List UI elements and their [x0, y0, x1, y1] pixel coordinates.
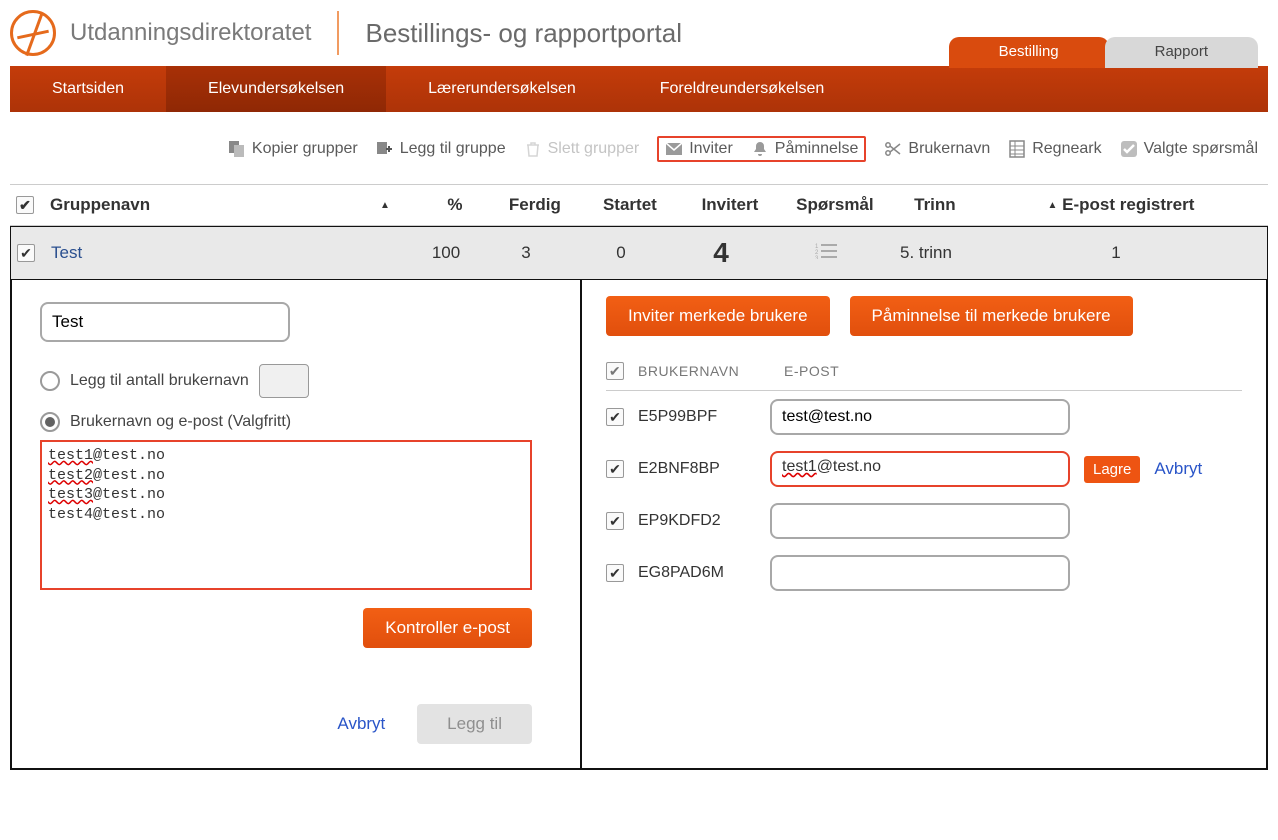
copy-icon: [228, 140, 246, 158]
toolbar-inviter[interactable]: Inviter: [665, 140, 733, 158]
scissors-icon: [884, 140, 902, 158]
col-gruppenavn[interactable]: Gruppenavn: [50, 195, 150, 214]
user-checkbox[interactable]: ✔: [606, 408, 624, 426]
col-epost[interactable]: E-post registrert: [1062, 195, 1194, 214]
toolbar-valgte-sporsmal[interactable]: Valgte spørsmål: [1120, 140, 1258, 158]
site-name: Utdanningsdirektoratet: [70, 19, 311, 47]
sort-caret-icon: ▲: [1048, 200, 1058, 211]
row-invitert: 4: [671, 237, 771, 269]
nav-foreldreundersokelsen[interactable]: Foreldreundersøkelsen: [618, 66, 867, 112]
user-checkbox[interactable]: ✔: [606, 564, 624, 582]
toolbar-paminnelse[interactable]: Påminnelse: [751, 140, 859, 158]
invite-selected-button[interactable]: Inviter merkede brukere: [606, 296, 830, 336]
col-trinn[interactable]: Trinn: [890, 195, 980, 215]
spreadsheet-icon: [1008, 140, 1026, 158]
bell-icon: [751, 140, 769, 158]
nav-laererundersokelsen[interactable]: Lærerundersøkelsen: [386, 66, 618, 112]
row-percent: 100: [411, 243, 481, 263]
radio-email-list-label: Brukernavn og e-post (Valgfritt): [70, 413, 291, 431]
col-invitert[interactable]: Invitert: [680, 195, 780, 215]
logo-icon: [10, 10, 56, 56]
user-row: ✔ EP9KDFD2: [606, 495, 1242, 547]
radio-email-list[interactable]: [40, 412, 60, 432]
tab-rapport[interactable]: Rapport: [1105, 37, 1258, 68]
cancel-link[interactable]: Avbryt: [337, 714, 385, 733]
kontroller-epost-button[interactable]: Kontroller e-post: [363, 608, 532, 648]
toolbar-regneark[interactable]: Regneark: [1008, 140, 1101, 158]
group-row[interactable]: ✔ Test 100 3 0 4 123 5. trinn 1: [10, 226, 1268, 280]
col-percent[interactable]: %: [420, 195, 490, 215]
tab-bestilling[interactable]: Bestilling: [949, 37, 1109, 68]
toolbar-brukernavn[interactable]: Brukernavn: [884, 140, 990, 158]
header-separator: [337, 11, 339, 55]
col-brukernavn: BRUKERNAVN: [638, 363, 770, 379]
user-email-input[interactable]: [770, 399, 1070, 435]
radio-add-count-label: Legg til antall brukernavn: [70, 372, 249, 390]
add-group-icon: [376, 140, 394, 158]
row-trinn: 5. trinn: [881, 243, 971, 263]
row-ferdig: 3: [481, 243, 571, 263]
toolbar-highlight: Inviter Påminnelse: [657, 136, 866, 162]
user-name: E2BNF8BP: [638, 460, 756, 478]
user-count-input[interactable]: [259, 364, 309, 398]
col-ferdig[interactable]: Ferdig: [490, 195, 580, 215]
svg-text:3: 3: [815, 256, 819, 259]
row-group-name[interactable]: Test: [51, 243, 411, 263]
user-row: ✔ E2BNF8BP test1@test.no Lagre Avbryt: [606, 443, 1242, 495]
email-list-textarea[interactable]: test1@test.no test2@test.no test3@test.n…: [40, 440, 532, 590]
toolbar-kopier-grupper[interactable]: Kopier grupper: [228, 140, 358, 158]
radio-add-count[interactable]: [40, 371, 60, 391]
avbryt-link[interactable]: Avbryt: [1154, 459, 1202, 479]
remind-selected-button[interactable]: Påminnelse til merkede brukere: [850, 296, 1133, 336]
envelope-icon: [665, 140, 683, 158]
user-row: ✔ E5P99BPF: [606, 391, 1242, 443]
sort-caret-icon: ▲: [380, 200, 390, 211]
user-row: ✔ EG8PAD6M: [606, 547, 1242, 599]
legg-til-button[interactable]: Legg til: [417, 704, 532, 744]
user-name: E5P99BPF: [638, 408, 756, 426]
main-nav: Startsiden Elevundersøkelsen Lærerunders…: [10, 66, 1268, 112]
nav-startsiden[interactable]: Startsiden: [10, 66, 166, 112]
row-startet: 0: [571, 243, 671, 263]
row-questions-icon[interactable]: 123: [771, 242, 881, 265]
user-name: EG8PAD6M: [638, 564, 756, 582]
col-startet[interactable]: Startet: [580, 195, 680, 215]
nav-elevundersokelsen[interactable]: Elevundersøkelsen: [166, 66, 386, 112]
toolbar-slett-grupper: Slett grupper: [524, 140, 640, 158]
user-email-input[interactable]: [770, 503, 1070, 539]
select-all-users-checkbox[interactable]: ✔: [606, 362, 624, 380]
user-name: EP9KDFD2: [638, 512, 756, 530]
row-epost: 1: [971, 243, 1261, 263]
user-email-input[interactable]: [770, 555, 1070, 591]
user-email-input[interactable]: [770, 451, 1070, 487]
portal-title: Bestillings- og rapportportal: [365, 18, 682, 49]
toolbar-legg-til-gruppe[interactable]: Legg til gruppe: [376, 140, 506, 158]
select-all-checkbox[interactable]: ✔: [16, 196, 34, 214]
col-epost: E-POST: [784, 363, 839, 379]
col-sporsmal[interactable]: Spørsmål: [780, 195, 890, 215]
user-checkbox[interactable]: ✔: [606, 512, 624, 530]
trash-icon: [524, 140, 542, 158]
group-name-input[interactable]: [40, 302, 290, 342]
row-checkbox[interactable]: ✔: [17, 244, 35, 262]
user-checkbox[interactable]: ✔: [606, 460, 624, 478]
check-icon: [1120, 140, 1138, 158]
lagre-button[interactable]: Lagre: [1084, 456, 1140, 483]
